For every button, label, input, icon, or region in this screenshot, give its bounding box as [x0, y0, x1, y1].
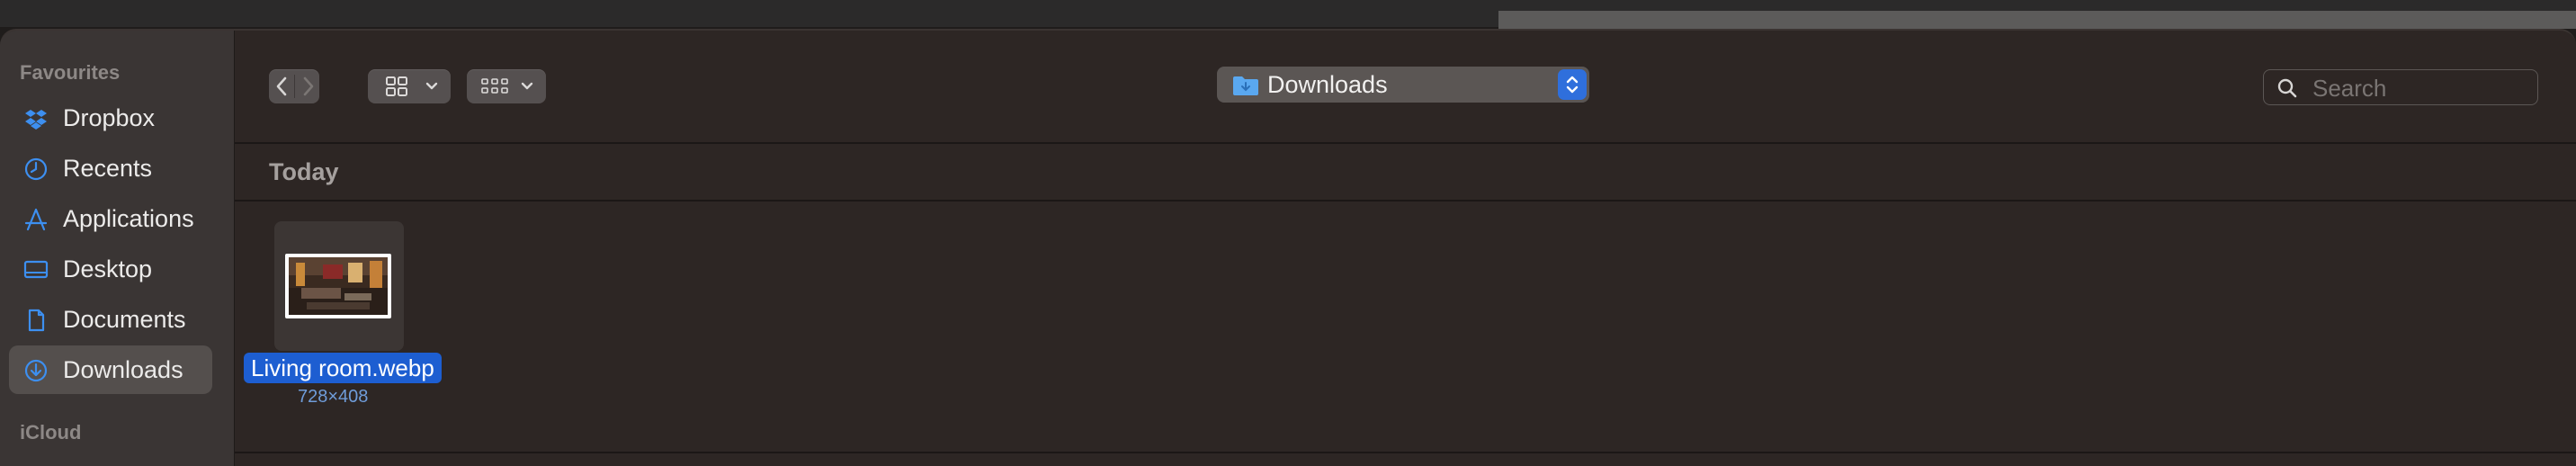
icon-view-icon: [386, 76, 407, 96]
search-icon: [2277, 78, 2297, 98]
sidebar-item-downloads[interactable]: Downloads: [9, 345, 212, 394]
group-by-button[interactable]: [467, 69, 546, 103]
sidebar-item-label: Downloads: [63, 356, 183, 383]
sidebar-item-applications[interactable]: Applications: [9, 194, 212, 243]
file-item[interactable]: [274, 221, 404, 351]
file-dimensions: 728×408: [298, 387, 369, 407]
download-icon: [24, 359, 48, 382]
chevron-down-icon: [425, 82, 438, 90]
top-strip: [0, 0, 2576, 29]
main-pane: Downloads Search Today Living room.webp …: [235, 31, 2576, 466]
dropbox-icon: [25, 110, 47, 130]
location-label: Downloads: [1267, 71, 1388, 98]
section-header: Today: [235, 144, 2576, 202]
popup-arrows: [1558, 69, 1587, 100]
chevron-down-icon: [521, 82, 533, 90]
sidebar-item-label: Desktop: [63, 255, 153, 282]
sidebar-item-dropbox[interactable]: Dropbox: [9, 94, 212, 142]
sidebar-item-label: Documents: [63, 306, 186, 333]
sidebar-item-documents[interactable]: Documents: [9, 295, 212, 344]
folder-icon: [1233, 76, 1258, 95]
applications-icon: [24, 208, 48, 231]
sidebar-item-desktop[interactable]: Desktop: [9, 245, 212, 293]
document-icon: [28, 309, 45, 332]
sidebar-item-label: Recents: [63, 155, 153, 182]
back-icon[interactable]: [274, 76, 291, 97]
icloud-heading: iCloud: [20, 421, 82, 444]
location-popup[interactable]: Downloads: [1217, 67, 1589, 103]
background-window-edge: [1498, 11, 2576, 29]
search-placeholder: Search: [2312, 75, 2387, 102]
living-room-preview: [289, 257, 388, 315]
divider: [235, 452, 2576, 453]
view-mode-button[interactable]: [368, 69, 451, 103]
up-down-chevron-icon: [1566, 76, 1579, 94]
sidebar: Favourites Dropbox Recents Applications: [0, 31, 235, 466]
section-title: Today: [269, 158, 339, 185]
desktop-icon: [23, 260, 49, 279]
clock-icon: [24, 157, 48, 181]
toolbar: Downloads Search: [235, 31, 2576, 144]
forward-icon[interactable]: [300, 76, 316, 97]
segment-divider: [294, 75, 295, 98]
sidebar-item-label: Dropbox: [63, 104, 156, 131]
file-name[interactable]: Living room.webp: [244, 353, 442, 383]
group-icon: [481, 78, 508, 94]
finder-window: Favourites Dropbox Recents Applications: [0, 29, 2576, 466]
favourites-heading: Favourites: [20, 61, 121, 84]
sidebar-item-label: Applications: [63, 205, 194, 232]
file-thumbnail: [285, 254, 391, 318]
sidebar-item-recents[interactable]: Recents: [9, 144, 212, 193]
search-field[interactable]: Search: [2263, 69, 2538, 105]
nav-buttons: [269, 69, 319, 103]
